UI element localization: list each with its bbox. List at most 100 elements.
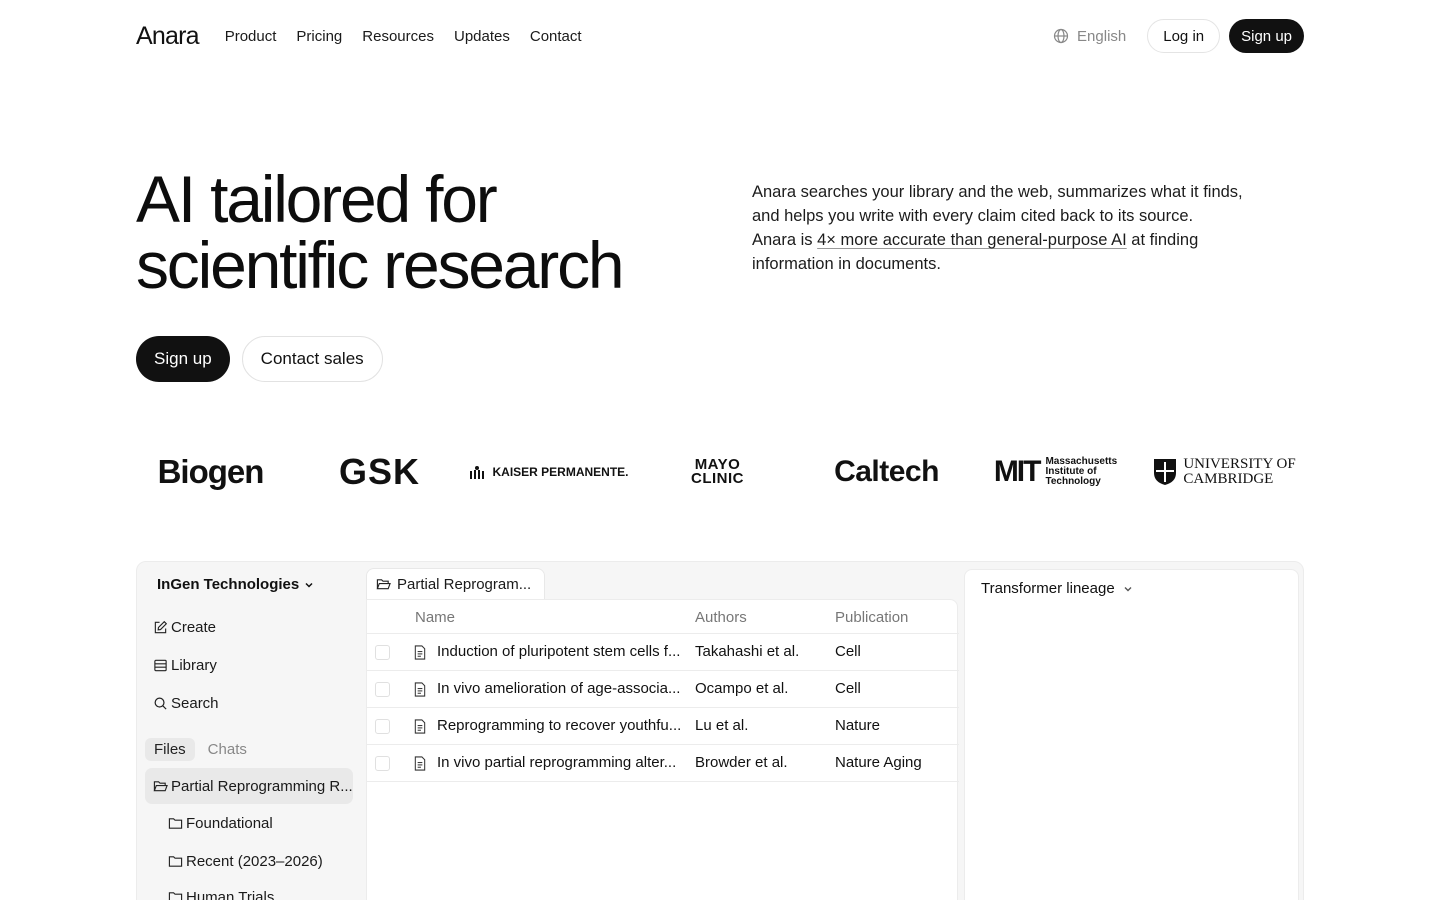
- app-sidebar: InGen Technologies Create Library Search…: [137, 562, 365, 900]
- folder-recent-label: Recent (2023–2026): [186, 853, 323, 870]
- document-icon: [414, 682, 426, 697]
- open-folder-tab[interactable]: Partial Reprogram...: [366, 568, 545, 600]
- row-authors: Browder et al.: [695, 754, 788, 771]
- hero-desc-part2: Anara is: [752, 231, 818, 249]
- nav-link-resources[interactable]: Resources: [362, 28, 434, 45]
- kaiser-logo: KAISER PERMANENTE.: [464, 465, 633, 479]
- mit-logo: MIT Massachusetts Institute of Technolog…: [971, 455, 1140, 489]
- table-row[interactable]: Induction of pluripotent stem cells f...…: [367, 633, 959, 670]
- customer-logos: Biogen GSK KAISER PERMANENTE. MAYO CLINI…: [126, 446, 1314, 498]
- sidebar-item-search-label: Search: [171, 695, 219, 712]
- hero-signup-button[interactable]: Sign up: [136, 336, 230, 382]
- nav-right: English Log in Sign up: [1053, 19, 1304, 53]
- nav-link-contact[interactable]: Contact: [530, 28, 582, 45]
- login-button[interactable]: Log in: [1147, 19, 1221, 53]
- table-row[interactable]: In vivo amelioration of age-associa... O…: [367, 670, 959, 707]
- nav-link-pricing[interactable]: Pricing: [296, 28, 342, 45]
- documents-table: Name Authors Publication Induction of pl…: [366, 599, 959, 900]
- hero-title-line2: scientific research: [136, 228, 625, 302]
- table-row[interactable]: Reprogramming to recover youthfu... Lu e…: [367, 707, 959, 744]
- document-icon: [414, 645, 426, 660]
- cambridge-crest-icon: [1154, 459, 1177, 485]
- workspace-switcher[interactable]: InGen Technologies: [157, 576, 315, 593]
- folder-open-icon: [153, 780, 168, 791]
- kaiser-text: KAISER PERMANENTE.: [492, 465, 629, 479]
- document-icon: [414, 756, 426, 771]
- tab-chats[interactable]: Chats: [199, 738, 256, 761]
- anara-logo[interactable]: Anara: [136, 22, 200, 51]
- gsk-logo: GSK: [338, 451, 420, 492]
- folder-recent[interactable]: Recent (2023–2026): [168, 853, 323, 870]
- row-authors: Takahashi et al.: [695, 643, 800, 660]
- language-selector[interactable]: English: [1053, 28, 1126, 45]
- column-header-name[interactable]: Name: [415, 609, 455, 626]
- folder-open-icon: [376, 579, 391, 590]
- kaiser-mark-icon: [470, 466, 485, 479]
- nav-links: Product Pricing Resources Updates Contac…: [225, 28, 582, 45]
- folder-icon: [168, 856, 183, 867]
- row-publication: Nature: [835, 717, 881, 734]
- cam-line2: CAMBRIDGE: [1183, 471, 1274, 487]
- sidebar-item-search[interactable]: Search: [153, 695, 219, 712]
- hero-description: Anara searches your library and the web,…: [752, 180, 1262, 276]
- folder-partial-reprogramming[interactable]: Partial Reprogramming R...: [145, 768, 353, 804]
- sidebar-item-create-label: Create: [171, 619, 217, 636]
- library-icon: [154, 659, 167, 672]
- tab-files[interactable]: Files: [145, 738, 195, 761]
- cam-line1: UNIVERSITY OF: [1183, 456, 1296, 472]
- document-list-pane: Partial Reprogram... Name Authors Public…: [366, 562, 959, 900]
- row-authors: Ocampo et al.: [695, 680, 789, 697]
- folder-foundational-label: Foundational: [186, 815, 273, 832]
- cambridge-text: UNIVERSITY OF CAMBRIDGE: [1183, 457, 1295, 487]
- row-publication: Cell: [835, 643, 861, 660]
- sidebar-item-library[interactable]: Library: [153, 657, 217, 674]
- nav-link-product[interactable]: Product: [225, 28, 277, 45]
- open-folder-tab-label: Partial Reprogram...: [397, 576, 532, 593]
- sidebar-item-library-label: Library: [171, 657, 217, 674]
- caltech-logo: Caltech: [834, 455, 939, 488]
- sidebar-tabs: Files Chats: [145, 738, 256, 761]
- row-authors: Lu et al.: [695, 717, 749, 734]
- row-checkbox[interactable]: [375, 682, 390, 697]
- workspace-name: InGen Technologies: [157, 576, 300, 593]
- mayo-line2: CLINIC: [691, 470, 744, 487]
- chevron-down-icon: [1124, 586, 1132, 591]
- folder-human-trials[interactable]: Human Trials: [168, 889, 274, 900]
- chat-selector[interactable]: Transformer lineage: [981, 580, 1134, 597]
- table-row[interactable]: In vivo partial reprogramming alter... B…: [367, 744, 959, 782]
- hero-title-line1: AI tailored for: [136, 162, 498, 236]
- row-publication: Nature Aging: [835, 754, 922, 771]
- folder-foundational[interactable]: Foundational: [168, 815, 273, 832]
- cambridge-logo: UNIVERSITY OF CAMBRIDGE: [1140, 457, 1309, 487]
- chevron-down-icon: [305, 582, 313, 588]
- accuracy-link[interactable]: 4× more accurate than general-purpose AI: [817, 231, 1127, 249]
- hero-cta-row: Sign up Contact sales: [136, 336, 383, 382]
- top-nav: Anara Product Pricing Resources Updates …: [136, 18, 1304, 54]
- row-checkbox[interactable]: [375, 719, 390, 734]
- chat-panel: Transformer lineage: [964, 569, 1299, 900]
- chat-title: Transformer lineage: [981, 580, 1115, 597]
- sidebar-item-create[interactable]: Create: [153, 619, 216, 636]
- globe-icon: [1053, 28, 1069, 44]
- edit-icon: [154, 620, 168, 634]
- row-name: Induction of pluripotent stem cells f...: [437, 643, 681, 660]
- folder-icon: [168, 892, 183, 900]
- row-checkbox[interactable]: [375, 756, 390, 771]
- folder-icon: [168, 818, 183, 829]
- folder-partial-reprogramming-label: Partial Reprogramming R...: [171, 777, 353, 795]
- hero-desc-part1: Anara searches your library and the web,…: [752, 183, 1243, 225]
- nav-link-updates[interactable]: Updates: [454, 28, 510, 45]
- row-name: Reprogramming to recover youthfu...: [437, 717, 682, 734]
- row-checkbox[interactable]: [375, 645, 390, 660]
- signup-button[interactable]: Sign up: [1229, 19, 1304, 53]
- language-label: English: [1077, 27, 1127, 45]
- document-icon: [414, 719, 426, 734]
- column-header-authors[interactable]: Authors: [695, 609, 747, 626]
- row-name: In vivo partial reprogramming alter...: [437, 754, 677, 771]
- mit-mark: MIT: [993, 455, 1042, 488]
- biogen-logo: Biogen: [157, 453, 265, 490]
- row-publication: Cell: [835, 680, 861, 697]
- contact-sales-button[interactable]: Contact sales: [241, 336, 383, 382]
- row-name: In vivo amelioration of age-associa...: [437, 680, 681, 697]
- column-header-publication[interactable]: Publication: [835, 609, 908, 626]
